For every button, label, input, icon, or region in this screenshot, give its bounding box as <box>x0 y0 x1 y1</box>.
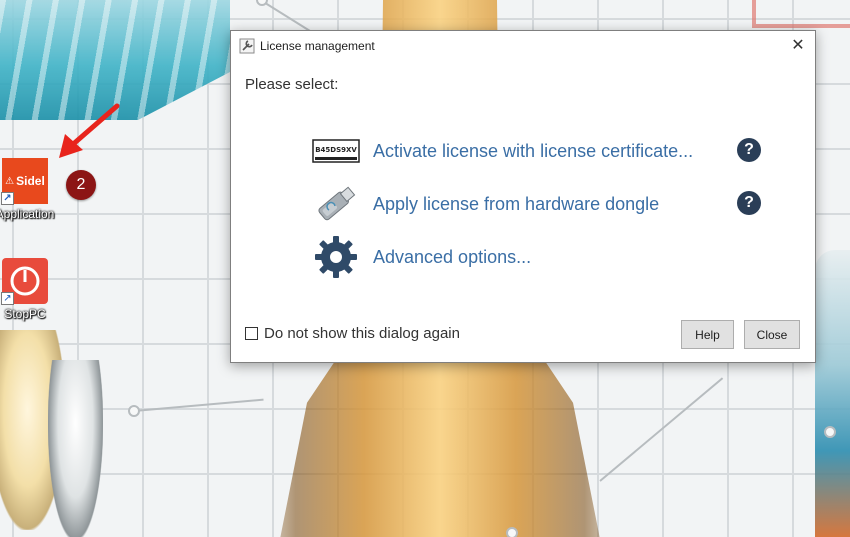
sidel-logo-text: Sidel <box>16 174 45 188</box>
wallpaper-node <box>506 527 518 537</box>
close-icon[interactable]: ✕ <box>787 35 809 57</box>
license-management-dialog: License management ✕ Please select: B45D… <box>230 30 816 363</box>
dont-show-again-checkbox[interactable]: Do not show this dialog again <box>245 325 460 342</box>
desktop-icon-label: StopPC <box>4 307 46 321</box>
wallpaper-wire <box>133 398 264 412</box>
shortcut-arrow-icon: ↗ <box>1 192 14 205</box>
wallpaper-bulb-image <box>48 360 103 537</box>
wallpaper-node <box>824 426 836 438</box>
sidel-app-icon: ⚠ Sidel ↗ <box>1 158 48 205</box>
help-button[interactable]: Help <box>681 320 734 349</box>
option-label[interactable]: Activate license with license certificat… <box>373 141 693 162</box>
wallpaper-wire <box>599 377 724 482</box>
dialog-title: License management <box>260 39 375 53</box>
desktop-icon-label: Application <box>0 207 55 221</box>
desktop-icon-stoppc[interactable]: ↗ StopPC <box>0 258 56 321</box>
option-activate-certificate[interactable]: B45DS9XV Activate license with license c… <box>311 131 771 171</box>
option-hardware-dongle[interactable]: Apply license from hardware dongle <box>311 184 771 224</box>
close-button[interactable]: Close <box>744 320 800 349</box>
dialog-titlebar[interactable]: License management ✕ <box>231 31 815 61</box>
wallpaper-bottle-image <box>815 250 850 537</box>
option-advanced[interactable]: Advanced options... <box>311 236 771 278</box>
power-icon: ↗ <box>1 258 48 305</box>
checkbox-box[interactable] <box>245 327 258 340</box>
option-label[interactable]: Apply license from hardware dongle <box>373 194 659 215</box>
step-marker-2: 2 <box>66 170 96 200</box>
wallpaper-stamp <box>752 0 850 28</box>
dialog-prompt: Please select: <box>245 76 339 93</box>
usb-dongle-icon <box>311 184 361 224</box>
option-label[interactable]: Advanced options... <box>373 247 531 268</box>
help-icon[interactable]: ? <box>737 138 761 162</box>
wallpaper-node <box>128 405 140 417</box>
help-icon[interactable]: ? <box>737 191 761 215</box>
red-arrow-annotation <box>59 103 120 158</box>
wrench-icon <box>239 38 255 54</box>
desktop-icon-application[interactable]: ⚠ Sidel ↗ Application <box>0 158 56 221</box>
license-certificate-icon: B45DS9XV <box>311 131 361 171</box>
certificate-code: B45DS9XV <box>315 146 357 154</box>
shortcut-arrow-icon: ↗ <box>1 292 14 305</box>
checkbox-label: Do not show this dialog again <box>264 325 460 342</box>
gear-icon <box>311 236 361 278</box>
